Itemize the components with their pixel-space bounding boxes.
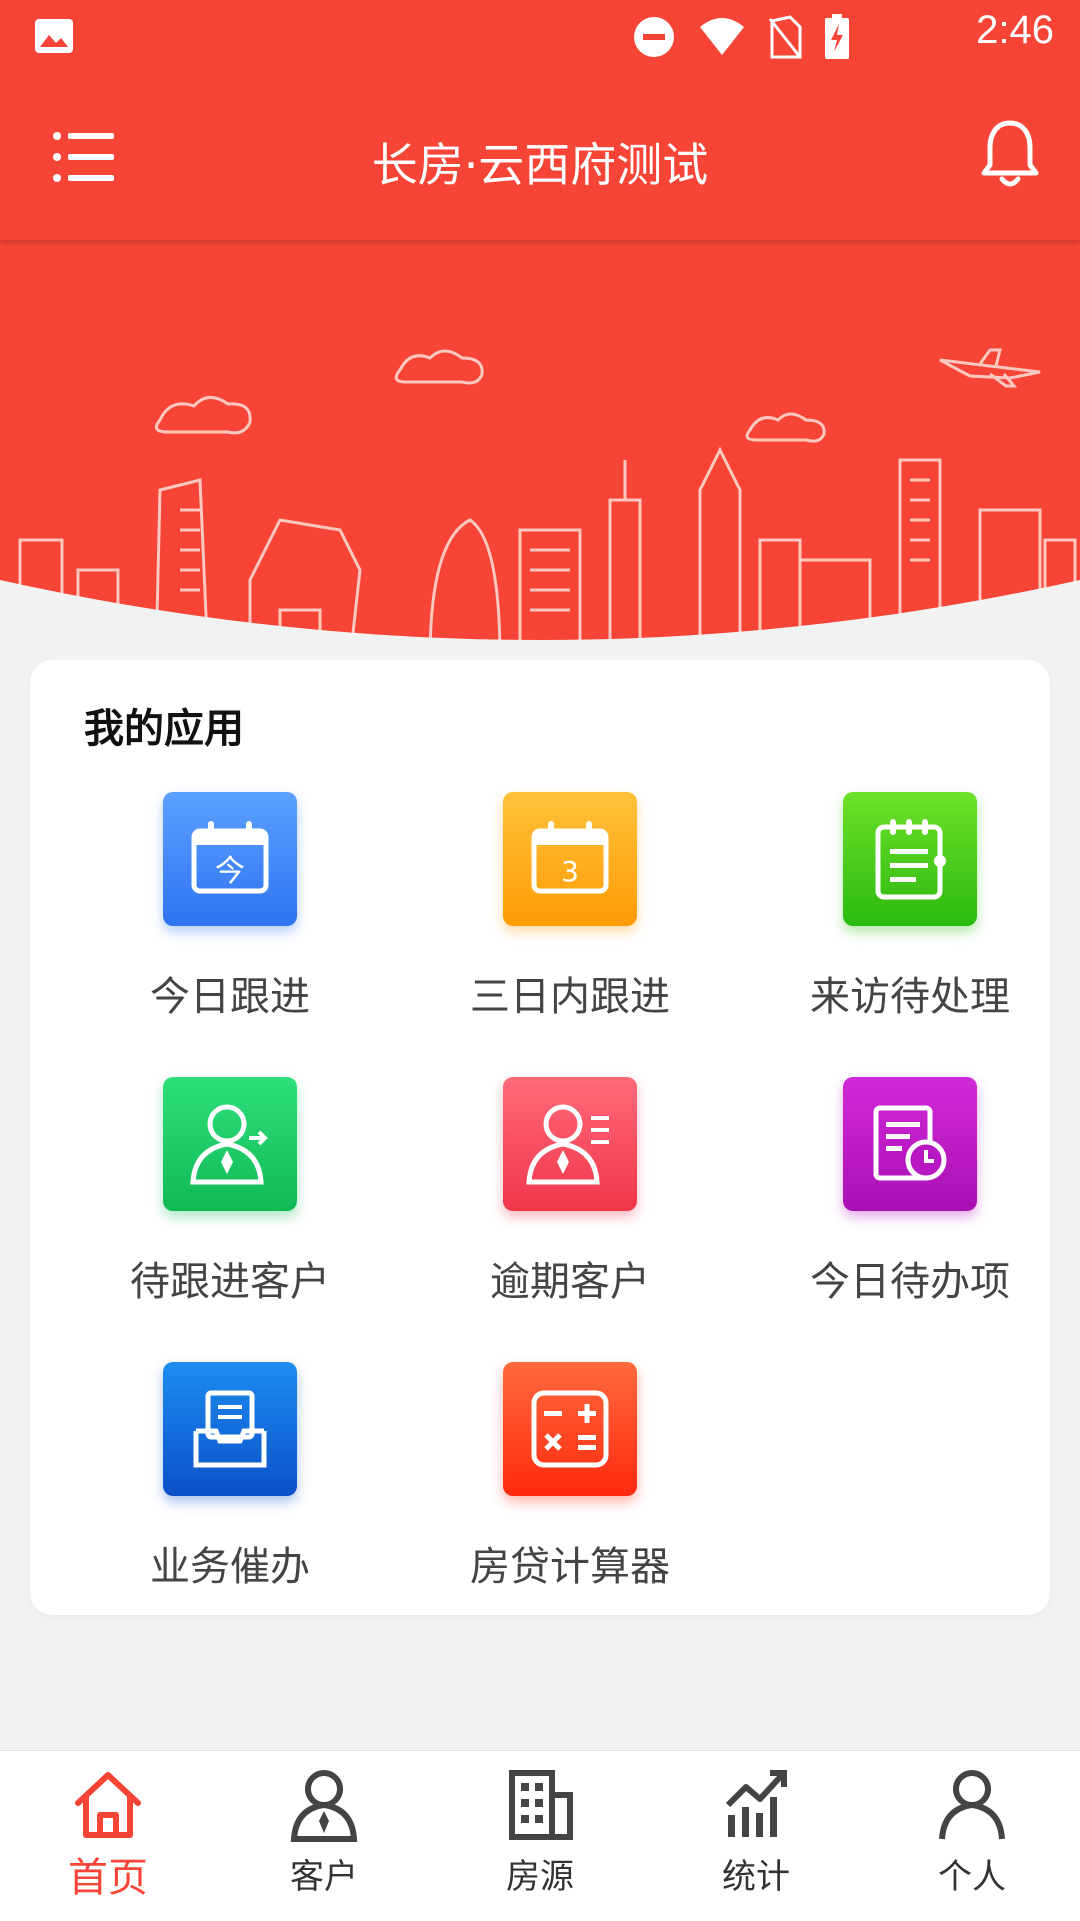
user-forward-icon xyxy=(163,1077,297,1211)
tab-stats[interactable]: 统计 xyxy=(648,1751,864,1921)
stats-icon xyxy=(725,1770,787,1837)
app-visit-pending[interactable]: 来访待处理 xyxy=(740,792,1080,1042)
app-overdue-customers[interactable]: 逾期客户 xyxy=(400,1077,740,1327)
person-tie-icon xyxy=(290,1770,358,1842)
home-icon xyxy=(75,1772,141,1838)
app-label: 来访待处理 xyxy=(810,974,1010,1020)
app-bar: 长房·云西府测试 xyxy=(0,75,1080,240)
app-label: 业务催办 xyxy=(150,1544,310,1590)
calendar-today-icon: 今 xyxy=(163,792,297,926)
app-label: 今日跟进 xyxy=(150,974,310,1020)
svg-text:3: 3 xyxy=(561,855,579,888)
tab-label: 个人 xyxy=(938,1857,1006,1897)
app-label: 待跟进客户 xyxy=(130,1259,330,1305)
status-time: 2:46 xyxy=(976,8,1054,52)
calculator-icon xyxy=(503,1362,637,1496)
tab-customers[interactable]: 客户 xyxy=(216,1751,432,1921)
building-icon xyxy=(509,1770,573,1840)
battery-charging-icon xyxy=(825,14,849,59)
tab-profile[interactable]: 个人 xyxy=(864,1751,1080,1921)
banner-curve xyxy=(0,580,1080,660)
app-label: 逾期客户 xyxy=(490,1259,650,1305)
person-icon xyxy=(939,1770,1005,1840)
app-label: 三日内跟进 xyxy=(470,974,670,1020)
inbox-doc-icon xyxy=(163,1362,297,1496)
dnd-icon xyxy=(634,17,674,57)
app-label: 今日待办项 xyxy=(810,1259,1010,1305)
app-today-todo[interactable]: 今日待办项 xyxy=(740,1077,1080,1327)
tab-label: 首页 xyxy=(68,1855,148,1901)
bottom-tab-bar: 首页 客户 房源 统计 个人 xyxy=(0,1750,1080,1921)
app-today-followup[interactable]: 今 今日跟进 xyxy=(60,792,400,1042)
bell-icon[interactable] xyxy=(980,119,1040,191)
tab-label: 客户 xyxy=(290,1857,358,1897)
banner-cityscape xyxy=(0,240,1080,660)
doc-clock-icon xyxy=(843,1077,977,1211)
app-pending-customers[interactable]: 待跟进客户 xyxy=(60,1077,400,1327)
wifi-icon xyxy=(700,18,744,55)
app-business-urge[interactable]: 业务催办 xyxy=(60,1362,400,1612)
status-bar: 2:46 xyxy=(0,0,1080,75)
calendar-three-day-icon: 3 xyxy=(503,792,637,926)
app-label: 房贷计算器 xyxy=(470,1544,670,1590)
my-apps-card: 我的应用 今 今日跟进 3 三日内跟进 来访待处理 待跟进客户 逾期客户 今日待… xyxy=(30,660,1050,1615)
tab-label: 房源 xyxy=(506,1857,574,1897)
notepad-icon xyxy=(843,792,977,926)
section-title: 我的应用 xyxy=(84,706,244,752)
tab-listings[interactable]: 房源 xyxy=(432,1751,648,1921)
tab-label: 统计 xyxy=(722,1857,790,1897)
app-mortgage-calculator[interactable]: 房贷计算器 xyxy=(400,1362,740,1612)
tab-home[interactable]: 首页 xyxy=(0,1751,216,1921)
page-title: 长房·云西府测试 xyxy=(371,138,709,192)
user-list-icon xyxy=(503,1077,637,1211)
gallery-icon xyxy=(35,19,73,53)
svg-text:今: 今 xyxy=(215,854,245,889)
app-three-day-followup[interactable]: 3 三日内跟进 xyxy=(400,792,740,1042)
no-sim-icon xyxy=(768,15,802,59)
